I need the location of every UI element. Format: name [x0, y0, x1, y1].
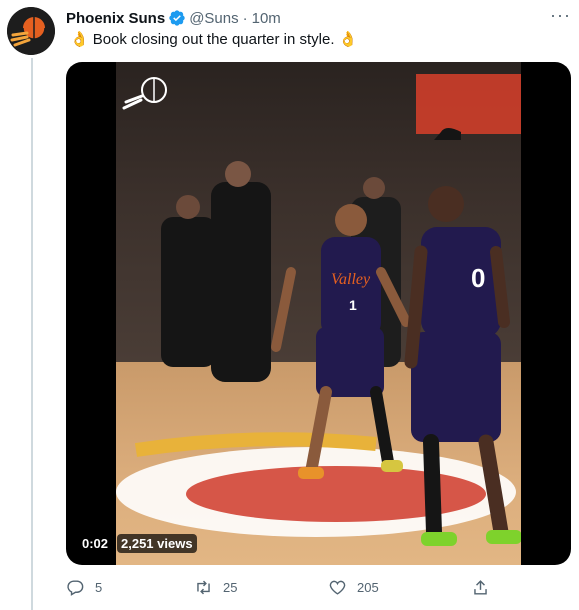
- jersey-number-right: 0: [471, 263, 485, 293]
- video-views: 2,251 views: [117, 534, 197, 553]
- ok-hand-emoji-left: 👌: [70, 31, 89, 48]
- verified-badge-icon: [169, 10, 185, 26]
- separator-dot: ·: [242, 9, 248, 27]
- reply-count: 5: [95, 580, 103, 595]
- suns-watermark-icon: [122, 77, 167, 110]
- suns-logo-icon: [7, 7, 55, 55]
- ok-hand-emoji-right: 👌: [338, 31, 358, 48]
- reply-icon: [67, 580, 84, 596]
- tweet-timestamp[interactable]: 10m: [252, 10, 281, 27]
- jersey-number-left: 1: [349, 297, 357, 313]
- share-icon: [474, 580, 487, 595]
- video-player[interactable]: Valley 1 0 0:02 2,251 views: [66, 62, 571, 565]
- tweet-text: 👌 Book closing out the quarter in style.…: [66, 30, 361, 49]
- author-name[interactable]: Phoenix Suns: [66, 10, 165, 27]
- retweet-button[interactable]: 25: [194, 578, 237, 597]
- video-duration: 0:02: [78, 534, 113, 553]
- tweet-header: Phoenix Suns @Suns · 10m: [66, 8, 569, 28]
- thread-line: [31, 58, 33, 610]
- jersey-text-left: Valley: [331, 271, 371, 288]
- like-button[interactable]: 205: [328, 578, 379, 597]
- more-icon[interactable]: ···: [550, 5, 571, 26]
- retweet-count: 25: [223, 580, 238, 595]
- share-button[interactable]: [471, 578, 500, 597]
- video-frame[interactable]: Valley 1 0: [116, 62, 521, 565]
- reply-button[interactable]: 5: [66, 578, 102, 597]
- avatar[interactable]: [7, 7, 55, 55]
- like-count: 205: [357, 580, 379, 595]
- author-handle[interactable]: @Suns: [189, 10, 238, 27]
- tweet-body: Book closing out the quarter in style.: [92, 30, 335, 48]
- retweet-icon: [197, 580, 210, 595]
- heart-icon: [329, 580, 346, 595]
- tweet-actions: 5 25 205: [66, 578, 496, 602]
- video-scene: Valley 1 0: [116, 77, 521, 546]
